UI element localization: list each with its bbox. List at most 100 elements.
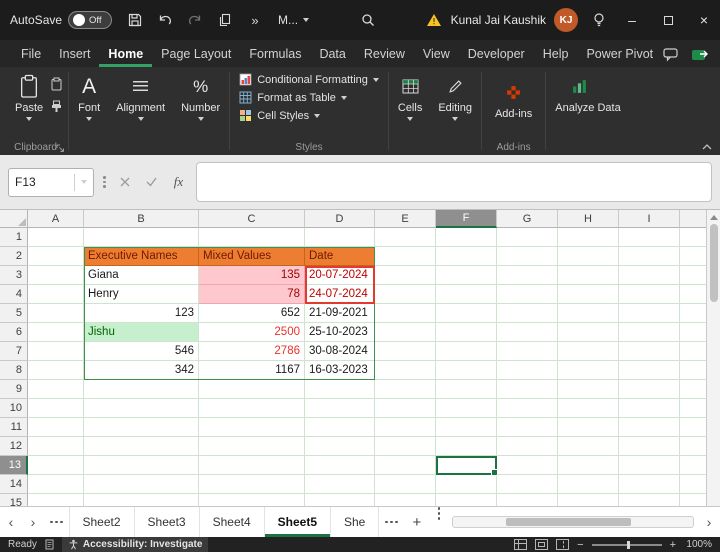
sheet-tab-sheet3[interactable]: Sheet3 [135, 507, 200, 537]
cell-G3[interactable] [497, 266, 558, 285]
zoom-slider-thumb[interactable] [626, 540, 630, 549]
cell-I10[interactable] [619, 399, 680, 418]
conditional-formatting-button[interactable]: Conditional Formatting [239, 73, 379, 86]
cell-x2[interactable] [680, 247, 707, 266]
cell-I15[interactable] [619, 494, 680, 506]
cell-B7[interactable]: 546 [84, 342, 199, 361]
comments-icon[interactable] [662, 46, 679, 62]
cell-H3[interactable] [558, 266, 619, 285]
cell-F7[interactable] [436, 342, 497, 361]
more-sheets-icon[interactable] [379, 507, 404, 537]
new-sheet-button[interactable]: + [404, 507, 430, 537]
cell-H10[interactable] [558, 399, 619, 418]
cell-x15[interactable] [680, 494, 707, 506]
cell-E12[interactable] [375, 437, 436, 456]
paste-button[interactable]: Paste [8, 73, 50, 122]
cell-G7[interactable] [497, 342, 558, 361]
next-sheet-icon[interactable]: › [22, 507, 44, 537]
cell-A6[interactable] [28, 323, 84, 342]
menu-tab-data[interactable]: Data [310, 40, 354, 67]
cell-F9[interactable] [436, 380, 497, 399]
page-break-view-icon[interactable] [556, 539, 570, 550]
cell-D3[interactable]: 20-07-2024 [305, 266, 375, 285]
cell-C1[interactable] [199, 228, 305, 247]
cell-D12[interactable] [305, 437, 375, 456]
cell-I14[interactable] [619, 475, 680, 494]
cell-x11[interactable] [680, 418, 707, 437]
menu-tab-developer[interactable]: Developer [459, 40, 534, 67]
cell-D1[interactable] [305, 228, 375, 247]
cell-E6[interactable] [375, 323, 436, 342]
row-header-14[interactable]: 14 [0, 475, 28, 494]
ribbon-collapse-chevron[interactable] [702, 144, 712, 150]
name-box[interactable]: F13 [8, 167, 94, 197]
format-as-table-button[interactable]: Format as Table [239, 91, 379, 104]
menu-tab-page-layout[interactable]: Page Layout [152, 40, 240, 67]
row-header-13[interactable]: 13 [0, 456, 28, 475]
cell-H7[interactable] [558, 342, 619, 361]
cell-B1[interactable] [84, 228, 199, 247]
cell-D8[interactable]: 16-03-2023 [305, 361, 375, 380]
cell-C2[interactable]: Mixed Values [199, 247, 305, 266]
row-header-4[interactable]: 4 [0, 285, 28, 304]
scroll-right-icon[interactable]: › [698, 507, 720, 537]
cell-D6[interactable]: 25-10-2023 [305, 323, 375, 342]
all-sheets-icon[interactable] [44, 507, 69, 537]
cell-G6[interactable] [497, 323, 558, 342]
cell-A7[interactable] [28, 342, 84, 361]
menu-tab-insert[interactable]: Insert [50, 40, 99, 67]
search-icon[interactable] [355, 5, 381, 35]
menu-tab-review[interactable]: Review [355, 40, 414, 67]
analyze-data-button[interactable]: Analyze Data [547, 67, 621, 155]
cell-C13[interactable] [199, 456, 305, 475]
cell-E14[interactable] [375, 475, 436, 494]
horizontal-scroll-thumb[interactable] [506, 518, 631, 526]
cell-B12[interactable] [84, 437, 199, 456]
number-group-button[interactable]: % Number [173, 67, 228, 155]
font-group-button[interactable]: A Font [70, 67, 108, 155]
add-ins-button[interactable]: Add-ins [487, 73, 540, 120]
column-header-C[interactable]: C [199, 210, 305, 228]
column-header-H[interactable]: H [558, 210, 619, 228]
cell-x8[interactable] [680, 361, 707, 380]
cell-C8[interactable]: 1167 [199, 361, 305, 380]
cell-x9[interactable] [680, 380, 707, 399]
cell-B4[interactable]: Henry [84, 285, 199, 304]
cell-E2[interactable] [375, 247, 436, 266]
cell-B5[interactable]: 123 [84, 304, 199, 323]
insert-function-icon[interactable]: fx [169, 171, 189, 193]
sheet-tab-she[interactable]: She [331, 507, 380, 537]
cell-I5[interactable] [619, 304, 680, 323]
cell-I1[interactable] [619, 228, 680, 247]
cell-E8[interactable] [375, 361, 436, 380]
cell-E3[interactable] [375, 266, 436, 285]
cell-D11[interactable] [305, 418, 375, 437]
cell-H11[interactable] [558, 418, 619, 437]
cell-F4[interactable] [436, 285, 497, 304]
cell-F15[interactable] [436, 494, 497, 506]
cell-I12[interactable] [619, 437, 680, 456]
copy-icon[interactable] [212, 5, 238, 35]
cell-C3[interactable]: 135 [199, 266, 305, 285]
menu-tab-formulas[interactable]: Formulas [240, 40, 310, 67]
zoom-in-icon[interactable]: + [670, 539, 676, 551]
cell-G2[interactable] [497, 247, 558, 266]
cell-I2[interactable] [619, 247, 680, 266]
cell-E4[interactable] [375, 285, 436, 304]
cell-E5[interactable] [375, 304, 436, 323]
cell-B11[interactable] [84, 418, 199, 437]
cell-H1[interactable] [558, 228, 619, 247]
cell-G13[interactable] [497, 456, 558, 475]
share-icon[interactable] [691, 46, 710, 62]
cell-A1[interactable] [28, 228, 84, 247]
cell-B6[interactable]: Jishu [84, 323, 199, 342]
horizontal-scrollbar[interactable] [452, 516, 694, 528]
cell-E15[interactable] [375, 494, 436, 506]
cell-D7[interactable]: 30-08-2024 [305, 342, 375, 361]
alignment-group-button[interactable]: Alignment [108, 67, 173, 155]
cell-I8[interactable] [619, 361, 680, 380]
cell-A8[interactable] [28, 361, 84, 380]
cell-G12[interactable] [497, 437, 558, 456]
cells-group-button[interactable]: Cells [390, 67, 430, 155]
close-button[interactable]: × [688, 0, 720, 40]
